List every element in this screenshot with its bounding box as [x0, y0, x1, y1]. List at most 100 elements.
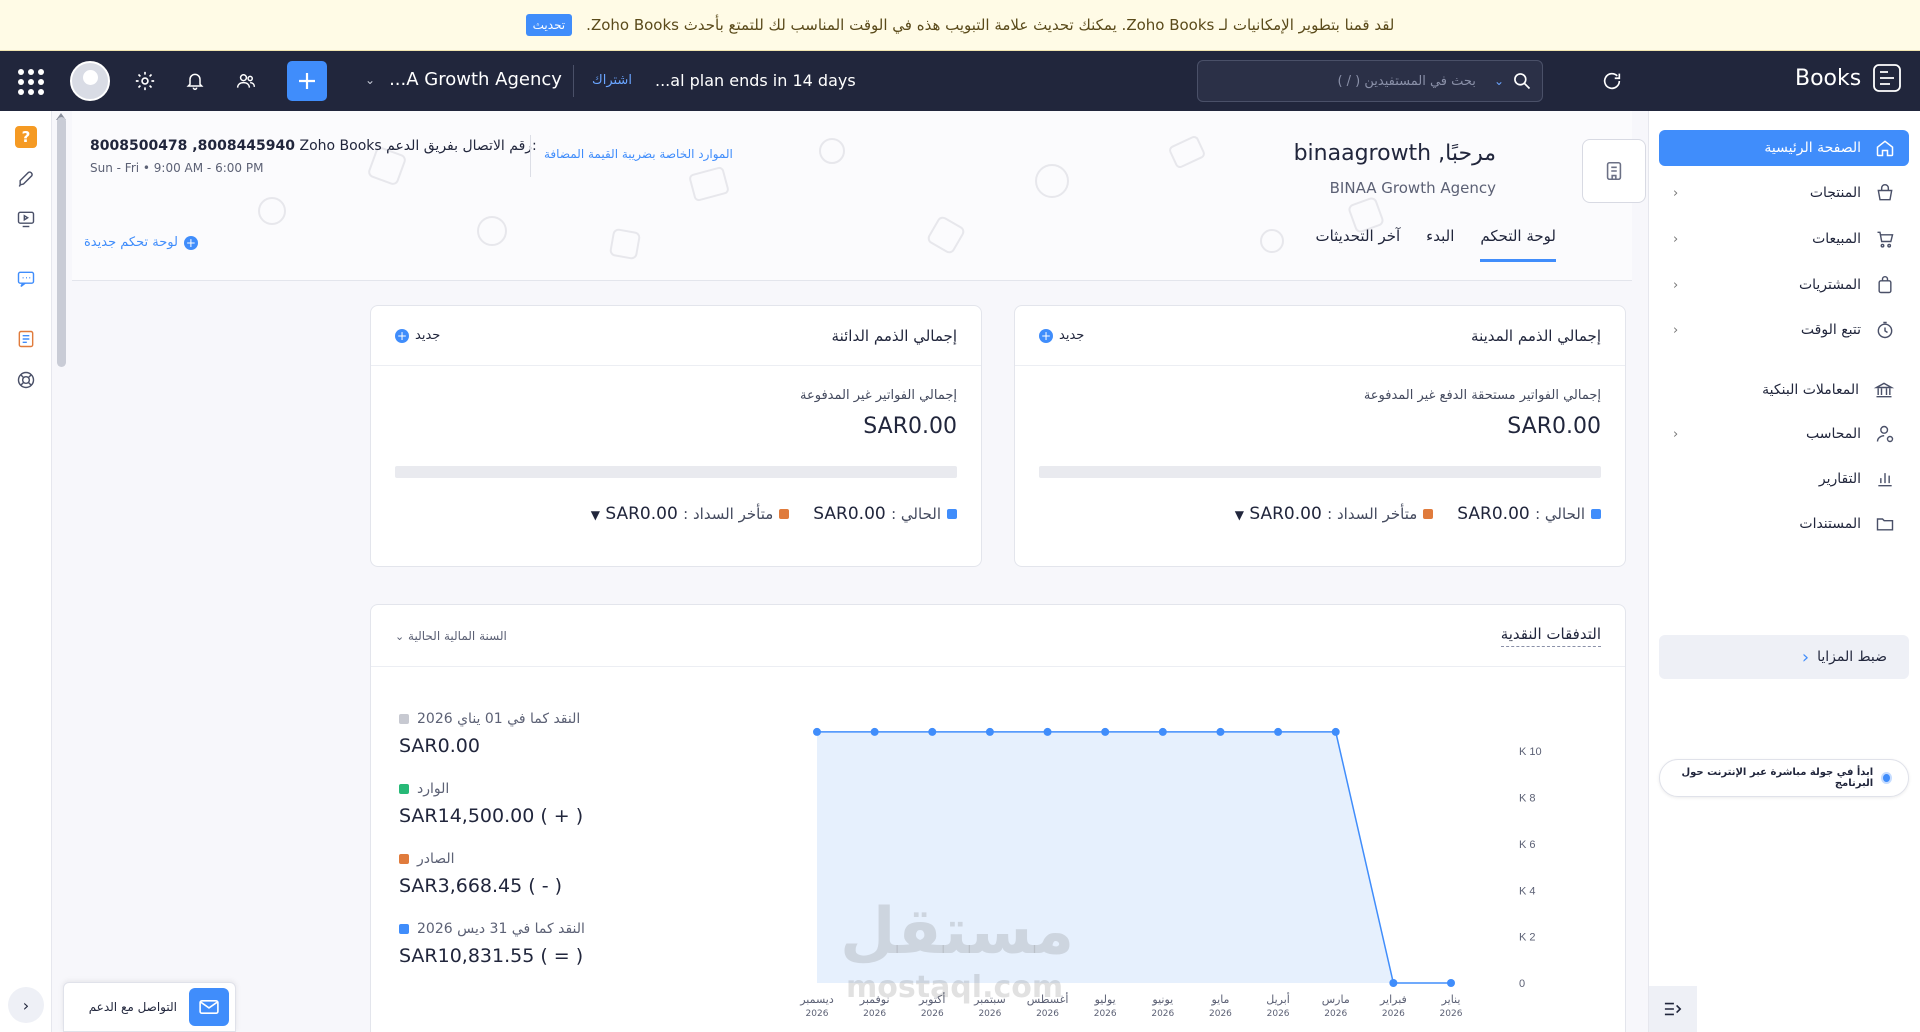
legend-value: SAR10,831.55 ( = ) — [399, 945, 584, 967]
quick-create-button[interactable] — [287, 61, 327, 101]
caret-down-icon: ▼ — [1234, 508, 1244, 522]
sidebar-item-label: المعاملات البنكية — [1762, 382, 1859, 398]
support-chat-label: التواصل مع الدعم — [88, 1000, 177, 1014]
user-name: binaagrowth — [1293, 141, 1432, 166]
x-tick-label: يونيو — [1151, 993, 1173, 1006]
sidebar-item-documents[interactable]: المستندات — [1659, 506, 1909, 542]
legend-opening: النقد كما في 01 يناي 2026 SAR0.00 — [399, 711, 619, 757]
live-tour-button[interactable]: ابدأ في جولة مباشرة عبر الإنترنت حول الب… — [1659, 759, 1909, 797]
sidebar-item-accountant[interactable]: المحاسب ‹ — [1659, 416, 1909, 452]
chat-bubble-icon[interactable] — [13, 266, 39, 292]
sidebar-item-time-tracking[interactable]: تتبع الوقت ‹ — [1659, 312, 1909, 348]
help-icon[interactable]: ? — [15, 126, 37, 148]
tab-dashboard[interactable]: لوحة التحكم — [1480, 227, 1556, 262]
chevron-left-icon: ‹ — [1673, 185, 1679, 201]
video-icon[interactable] — [13, 206, 39, 232]
apps-grid-icon[interactable] — [18, 69, 44, 95]
rocket-icon[interactable] — [13, 166, 39, 192]
scrollbar[interactable] — [57, 117, 66, 367]
subscribe-link[interactable]: اشتراك — [592, 73, 632, 88]
support-chat-button[interactable]: التواصل مع الدعم — [63, 982, 236, 1032]
mail-icon — [189, 988, 229, 1026]
current-amount: SAR0.00 — [813, 504, 886, 524]
overdue-summary[interactable]: متأخر السداد : SAR0.00 ▼ — [1235, 504, 1434, 524]
collapse-icon — [1664, 1002, 1682, 1016]
chevron-left-icon: ‹ — [1673, 322, 1679, 338]
x-tick-year: 2026 — [1036, 1009, 1059, 1019]
sidebar-item-banking[interactable]: المعاملات البنكية — [1659, 372, 1909, 408]
x-tick-year: 2026 — [863, 1009, 886, 1019]
cash-flow-title[interactable]: التدفقات النقدية — [1500, 625, 1601, 647]
chevron-left-icon: ‹ — [1673, 231, 1679, 247]
lifebuoy-icon[interactable] — [13, 367, 39, 393]
configure-features-button[interactable]: ضبط المزايا ‹ — [1659, 635, 1909, 679]
aging-summary: الحالي : SAR0.00 متأخر السداد : SAR0.00 … — [591, 504, 957, 524]
x-tick-label: يوليو — [1094, 993, 1116, 1006]
plus-icon — [299, 73, 315, 89]
tab-recent-updates[interactable]: آخر التحديثات — [1315, 227, 1400, 262]
x-tick-year: 2026 — [1440, 1009, 1463, 1019]
expand-panel-button[interactable]: › — [8, 987, 44, 1023]
search-filter-chevron-icon[interactable]: ⌄ — [1494, 74, 1504, 88]
sidebar-item-products[interactable]: المنتجات ‹ — [1659, 175, 1909, 211]
legend-label: الوارد — [417, 781, 450, 797]
sidebar-item-sales[interactable]: المبيعات ‹ — [1659, 221, 1909, 257]
org-logo-upload[interactable] — [1582, 139, 1646, 203]
users-icon[interactable] — [232, 67, 260, 95]
chart-icon — [1878, 473, 1892, 487]
x-tick-label: يناير — [1441, 993, 1461, 1006]
avatar[interactable] — [70, 61, 110, 101]
welcome-prefix: مرحبًا, — [1438, 141, 1496, 166]
legend-value: SAR3,668.45 ( - ) — [399, 875, 563, 897]
data-point — [870, 727, 879, 736]
caret-down-icon: ▼ — [590, 508, 600, 522]
x-tick-year: 2026 — [1382, 1009, 1405, 1019]
chevron-right-icon: › — [22, 995, 30, 1015]
collapse-sidebar-button[interactable] — [1649, 986, 1697, 1032]
search-input[interactable]: بحث في المستفيدين ( / ) — [1208, 74, 1486, 89]
y-tick-label: K 2 — [1519, 932, 1536, 944]
sidebar-item-purchases[interactable]: المشتريات ‹ — [1659, 267, 1909, 303]
card-title: إجمالي الذمم المدينة — [1471, 326, 1601, 345]
data-point — [813, 727, 821, 736]
x-tick-label: مايو — [1210, 993, 1229, 1006]
data-point — [1158, 727, 1167, 736]
search-bar[interactable]: ⌄ بحث في المستفيدين ( / ) — [1197, 60, 1543, 102]
org-switcher[interactable]: ⌄ ...A Growth Agency — [365, 69, 562, 90]
data-point — [1274, 727, 1283, 736]
plus-circle-icon: + — [183, 235, 198, 250]
newspaper-icon[interactable] — [13, 326, 39, 352]
overdue-summary[interactable]: متأخر السداد : SAR0.00 ▼ — [591, 504, 790, 524]
current-summary: الحالي : SAR0.00 — [1457, 504, 1601, 524]
x-tick-label: ديسمبر — [799, 993, 834, 1006]
bell-icon[interactable] — [181, 67, 209, 95]
legend-swatch — [399, 714, 409, 724]
period-selector[interactable]: السنة المالية الحالية ⌄ — [395, 629, 507, 643]
new-dashboard-link[interactable]: + لوحة تحكم جديدة — [84, 235, 198, 250]
refresh-icon[interactable] — [1598, 67, 1626, 95]
update-button[interactable]: تحديث — [525, 14, 573, 36]
sidebar-item-reports[interactable]: التقارير — [1659, 461, 1909, 497]
gear-icon[interactable] — [131, 67, 159, 95]
x-tick-label: فبراير — [1379, 993, 1407, 1006]
legend-value: SAR0.00 — [399, 735, 480, 757]
y-tick-label: K 8 — [1519, 793, 1536, 805]
live-tour-label: ابدأ في جولة مباشرة عبر الإنترنت حول الب… — [1681, 767, 1874, 789]
new-receivable-button[interactable]: جديد + — [1039, 328, 1084, 343]
tab-getting-started[interactable]: البدء — [1426, 227, 1454, 262]
org-name: ...A Growth Agency — [389, 69, 562, 90]
announcement-text: لقد قمنا بتطوير الإمكانيات لـ Zoho Books… — [586, 16, 1395, 34]
sidebar-item-label: التقارير — [1818, 471, 1861, 487]
sidebar-item-home[interactable]: الصفحة الرئيسية — [1659, 130, 1909, 166]
watermark-logo: مستقل — [840, 895, 1075, 969]
unpaid-label: إجمالي الفواتير غير المدفوعة — [800, 388, 957, 403]
new-payable-button[interactable]: جديد + — [395, 328, 440, 343]
y-tick-label: K 10 — [1519, 746, 1542, 758]
data-point — [1331, 727, 1340, 736]
legend-swatch — [399, 784, 409, 794]
configure-features-label: ضبط المزايا — [1817, 649, 1887, 665]
vat-resources-link[interactable]: الموارد الخاصة بضريبة القيمة المضافة — [544, 147, 733, 161]
dashboard-header: مرحبًا, binaagrowth BINAA Growth Agency … — [72, 111, 1646, 281]
x-tick-label: أبريل — [1266, 992, 1290, 1006]
support-contact: 8008500478 ,8008445940 Zoho Books رقم ال… — [90, 138, 537, 154]
